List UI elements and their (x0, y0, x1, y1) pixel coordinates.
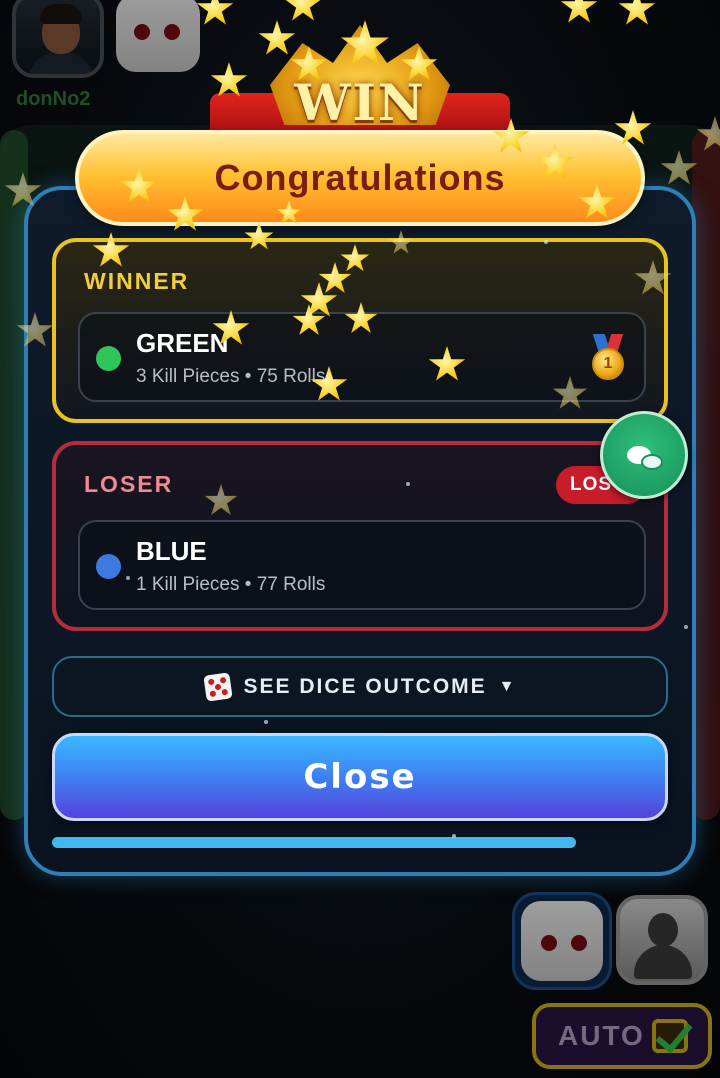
chat-button[interactable] (600, 411, 688, 499)
see-dice-outcome-label: SEE DICE OUTCOME (243, 674, 487, 698)
see-dice-outcome-button[interactable]: SEE DICE OUTCOME ▼ (52, 656, 668, 717)
loser-player-row: BLUE 1 Kill Pieces • 77 Rolls (78, 520, 646, 610)
loser-player-stats: 1 Kill Pieces • 77 Rolls (136, 574, 326, 595)
winner-player-stats: 3 Kill Pieces • 75 Rolls (136, 366, 326, 387)
close-button-label: Close (303, 757, 417, 797)
blue-player-dot (96, 554, 121, 579)
loser-card: LOSER LOST BLUE 1 Kill Pieces • 77 Rolls (52, 441, 668, 631)
winner-player-name: GREEN (136, 328, 229, 358)
congratulations-banner: Congratulations (75, 130, 645, 226)
progress-fill (52, 837, 576, 848)
congratulations-title: Congratulations (214, 157, 506, 198)
gold-medal-icon: 1 (588, 334, 628, 382)
win-label: WIN (294, 73, 426, 132)
close-button[interactable]: Close (52, 733, 668, 821)
dice-icon (203, 671, 234, 702)
chevron-down-icon: ▼ (498, 677, 515, 695)
auto-close-progress-bar (52, 837, 668, 848)
loser-player-name: BLUE (136, 536, 207, 566)
green-player-dot (96, 346, 121, 371)
winner-section-label: WINNER (84, 268, 190, 294)
win-banner: WIN (210, 15, 510, 143)
loser-section-label: LOSER (84, 471, 174, 497)
